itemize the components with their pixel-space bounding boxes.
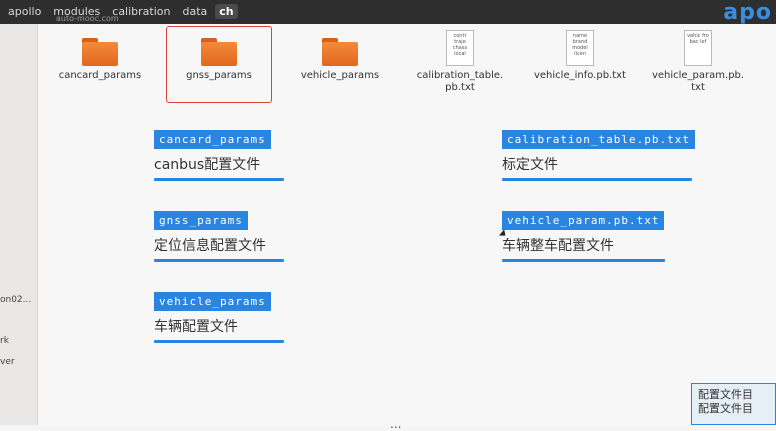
divider bbox=[154, 259, 284, 262]
sidebar-item-device[interactable]: on02... bbox=[0, 295, 31, 305]
file-vehicle-info[interactable]: name brand model licen vehicle_info.pb.t… bbox=[525, 30, 635, 82]
annotation-vehicle-params: vehicle_params 车辆配置文件 bbox=[154, 290, 284, 343]
file-name: calibration_table. pb.txt bbox=[416, 70, 504, 93]
breadcrumb-data[interactable]: data bbox=[178, 4, 211, 19]
annotation-desc: 定位信息配置文件 bbox=[154, 238, 266, 254]
annotation-header: gnss_params bbox=[154, 211, 248, 230]
folder-icon bbox=[322, 38, 358, 66]
folder-gnss-params[interactable]: gnss_params bbox=[164, 38, 274, 82]
file-name: vehicle_info.pb.txt bbox=[533, 70, 626, 81]
text-file-icon: contr traje chass local bbox=[446, 30, 474, 66]
divider bbox=[502, 259, 665, 262]
annotation-header: calibration_table.pb.txt bbox=[502, 130, 695, 149]
breadcrumb: apollo modules calibration data ch bbox=[4, 4, 238, 19]
annotation-header: cancard_params bbox=[154, 130, 271, 149]
text-file-icon: name brand model licen bbox=[566, 30, 594, 66]
annotation-header: vehicle_param.pb.txt bbox=[502, 211, 665, 230]
text-file-icon: vehic fro bac lef bbox=[684, 30, 712, 66]
corner-line-1: 配置文件目 bbox=[698, 388, 753, 401]
brand-logo: apo bbox=[723, 0, 772, 25]
sidebar-item-server[interactable]: ver bbox=[0, 357, 15, 367]
annotation-desc: 标定文件 bbox=[502, 157, 558, 173]
breadcrumb-ch[interactable]: ch bbox=[215, 4, 238, 19]
folder-vehicle-params[interactable]: vehicle_params bbox=[285, 38, 395, 82]
bottom-caption: ... bbox=[390, 417, 402, 431]
divider bbox=[154, 178, 284, 181]
annotation-vehicle-param: vehicle_param.pb.txt 车辆整车配置文件 bbox=[502, 209, 665, 262]
file-name: vehicle_param.pb. txt bbox=[651, 70, 745, 93]
sidebar-item-network[interactable]: rk bbox=[0, 336, 9, 346]
folder-icon bbox=[82, 38, 118, 66]
file-name: vehicle_params bbox=[300, 70, 380, 81]
annotation-header: vehicle_params bbox=[154, 292, 271, 311]
annotation-desc: 车辆整车配置文件 bbox=[502, 238, 614, 254]
file-vehicle-param[interactable]: vehic fro bac lef vehicle_param.pb. txt bbox=[643, 30, 753, 94]
file-name: gnss_params bbox=[186, 70, 252, 81]
watermark: auto-mooc.com bbox=[56, 14, 119, 23]
annotation-desc: canbus配置文件 bbox=[154, 157, 261, 173]
divider bbox=[154, 340, 284, 343]
breadcrumb-apollo[interactable]: apollo bbox=[4, 4, 45, 19]
annotation-calibration-table: calibration_table.pb.txt 标定文件 bbox=[502, 128, 695, 181]
divider bbox=[502, 178, 692, 181]
folder-cancard-params[interactable]: cancard_params bbox=[45, 38, 155, 82]
file-name: cancard_params bbox=[58, 70, 142, 81]
folder-icon bbox=[201, 38, 237, 66]
file-view: cancard_params gnss_params vehicle_param… bbox=[38, 24, 776, 431]
file-calibration-table[interactable]: contr traje chass local calibration_tabl… bbox=[405, 30, 515, 94]
corner-line-2: 配置文件目 bbox=[698, 402, 753, 415]
corner-annotation: 配置文件目 配置文件目 bbox=[691, 383, 776, 425]
annotation-cancard-params: cancard_params canbus配置文件 bbox=[154, 128, 284, 181]
annotation-gnss-params: gnss_params 定位信息配置文件 bbox=[154, 209, 284, 262]
sidebar: on02... rk ver bbox=[0, 24, 38, 425]
annotation-desc: 车辆配置文件 bbox=[154, 319, 238, 335]
title-bar: apollo modules calibration data ch auto-… bbox=[0, 0, 776, 25]
